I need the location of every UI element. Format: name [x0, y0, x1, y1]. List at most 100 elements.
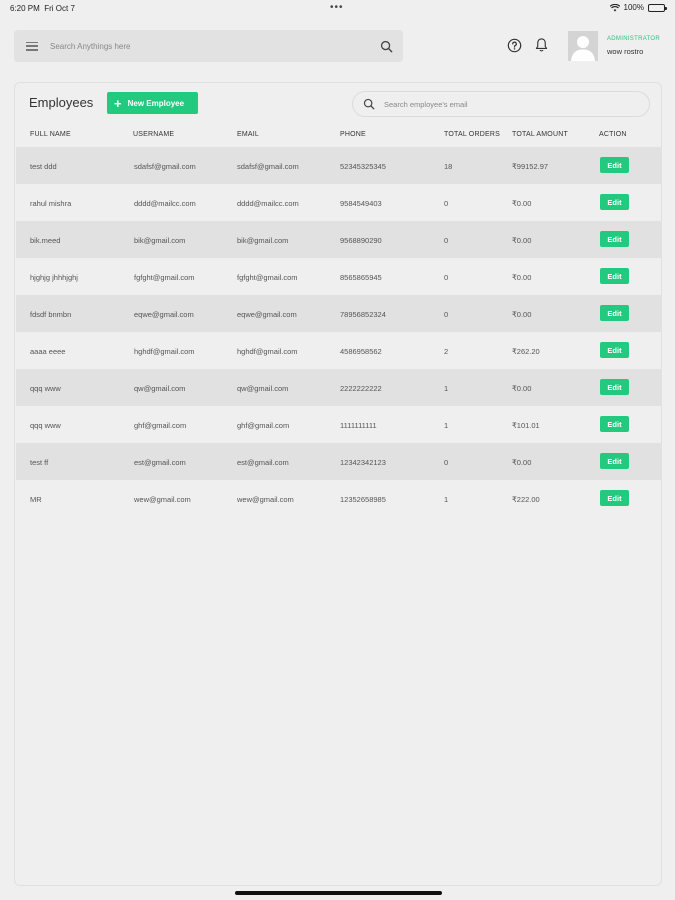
cell-total-amount: ₹0.00	[512, 273, 532, 282]
table-header: FULL NAME USERNAME EMAIL PHONE TOTAL ORD…	[15, 127, 661, 147]
edit-button[interactable]: Edit	[600, 453, 629, 469]
table-row: test ff est@gmail.com est@gmail.com 1234234…	[16, 443, 662, 480]
table-row: MR wew@gmail.com wew@gmail.com 12352658985 1…	[16, 480, 662, 517]
search-icon[interactable]	[380, 40, 393, 53]
cell-full-name: hjghjg jhhhjghj	[30, 273, 78, 282]
edit-button[interactable]: Edit	[600, 194, 629, 210]
cell-phone: 78956852324	[340, 310, 386, 319]
cell-total-amount: ₹0.00	[512, 310, 532, 319]
cell-username: eqwe@gmail.com	[134, 310, 194, 319]
cell-email: qw@gmail.com	[237, 384, 289, 393]
cell-email: bik@gmail.com	[237, 236, 289, 245]
cell-total-orders: 1	[444, 421, 449, 430]
cell-full-name: test ddd	[30, 162, 57, 171]
column-header-total-orders: TOTAL ORDERS	[444, 131, 500, 138]
cell-email: wew@gmail.com	[237, 495, 294, 504]
table-row: bik.meed bik@gmail.com bik@gmail.com 956889…	[16, 221, 662, 258]
cell-phone: 12352658985	[340, 495, 386, 504]
page-title: Employees	[29, 95, 94, 110]
cell-phone: 2222222222	[340, 384, 382, 393]
cell-username: fgfght@gmail.com	[134, 273, 195, 282]
table-row: aaaa eeee hghdf@gmail.com hghdf@gmail.com 4…	[16, 332, 662, 369]
edit-button[interactable]: Edit	[600, 305, 629, 321]
status-right: 100%	[609, 3, 667, 12]
search-icon	[363, 98, 375, 110]
cell-full-name: qqq www	[30, 421, 61, 430]
cell-email: dddd@mailcc.com	[237, 199, 299, 208]
cell-username: ghf@gmail.com	[134, 421, 187, 430]
column-header-total-amount: TOTAL AMOUNT	[512, 131, 568, 138]
table-row: qqq www qw@gmail.com qw@gmail.com 222222222…	[16, 369, 662, 406]
cell-email: est@gmail.com	[237, 458, 289, 467]
edit-button[interactable]: Edit	[600, 342, 629, 358]
cell-email: sdafsf@gmail.com	[237, 162, 299, 171]
cell-total-orders: 1	[444, 384, 449, 393]
cell-total-amount: ₹99152.97	[512, 162, 549, 171]
cell-total-amount: ₹0.00	[512, 384, 532, 393]
cell-full-name: aaaa eeee	[30, 347, 66, 356]
table-row: rahul mishra dddd@mailcc.com dddd@mailcc.c…	[16, 184, 662, 221]
avatar-silhouette	[571, 36, 595, 61]
cell-email: eqwe@gmail.com	[237, 310, 297, 319]
cell-phone: 8565865945	[340, 273, 382, 282]
cell-total-amount: ₹0.00	[512, 199, 532, 208]
battery-percent: 100%	[623, 3, 644, 12]
column-header-username: USERNAME	[133, 131, 175, 138]
battery-icon	[648, 3, 667, 12]
plus-icon: +	[114, 95, 122, 111]
cell-total-orders: 0	[444, 458, 449, 467]
cell-total-orders: 18	[444, 162, 453, 171]
home-indicator[interactable]	[235, 891, 442, 895]
cell-total-amount: ₹262.20	[512, 347, 540, 356]
cell-phone: 12342342123	[340, 458, 386, 467]
cell-total-orders: 1	[444, 495, 449, 504]
help-circle-icon[interactable]	[507, 38, 522, 53]
cell-full-name: qqq www	[30, 384, 61, 393]
cell-phone: 1111111111	[340, 421, 377, 430]
cell-total-amount: ₹222.00	[512, 495, 540, 504]
edit-button[interactable]: Edit	[600, 268, 629, 284]
user-name: wow rostro	[607, 47, 644, 56]
cell-email: ghf@gmail.com	[237, 421, 290, 430]
cell-full-name: bik.meed	[30, 236, 61, 245]
cell-total-orders: 0	[444, 273, 449, 282]
edit-button[interactable]: Edit	[600, 416, 629, 432]
user-avatar-icon[interactable]	[568, 31, 598, 61]
edit-button[interactable]: Edit	[600, 490, 629, 506]
table-row: hjghjg jhhhjghj fgfght@gmail.com fgfght@gm…	[16, 258, 662, 295]
cell-phone: 9584549403	[340, 199, 382, 208]
wifi-icon	[609, 3, 620, 11]
cell-phone: 9568890290	[340, 236, 382, 245]
cell-total-amount: ₹0.00	[512, 236, 532, 245]
cell-username: hghdf@gmail.com	[134, 347, 195, 356]
cell-username: est@gmail.com	[134, 458, 186, 467]
new-employee-button[interactable]: + New Employee	[107, 92, 198, 114]
multitask-dots[interactable]: •••	[330, 2, 344, 13]
cell-username: qw@gmail.com	[134, 384, 186, 393]
edit-button[interactable]: Edit	[600, 379, 629, 395]
status-bar: 6:20 PM Fri Oct 7 ••• 100%	[0, 0, 675, 16]
global-search-input[interactable]: Search Anythings here	[50, 42, 380, 51]
bell-icon[interactable]	[534, 37, 549, 53]
employee-table-body: test ddd sdafsf@gmail.com sdafsf@gmail.com…	[16, 147, 662, 517]
column-header-phone: PHONE	[340, 131, 366, 138]
hamburger-menu-icon[interactable]	[26, 41, 38, 51]
cell-full-name: fdsdf bnmbn	[30, 310, 72, 319]
edit-button[interactable]: Edit	[600, 231, 629, 247]
cell-total-orders: 0	[444, 236, 449, 245]
cell-username: bik@gmail.com	[134, 236, 186, 245]
cell-total-orders: 2	[444, 347, 449, 356]
employee-search-input[interactable]: Search employee's email	[384, 100, 468, 109]
table-row: test ddd sdafsf@gmail.com sdafsf@gmail.com…	[16, 147, 662, 184]
column-header-full-name: FULL NAME	[30, 131, 71, 138]
cell-total-amount: ₹0.00	[512, 458, 532, 467]
employee-search-field[interactable]: Search employee's email	[352, 91, 650, 117]
cell-phone: 4586958562	[340, 347, 382, 356]
edit-button[interactable]: Edit	[600, 157, 629, 173]
new-employee-label: New Employee	[127, 98, 185, 108]
cell-username: dddd@mailcc.com	[134, 199, 196, 208]
cell-total-orders: 0	[444, 199, 449, 208]
cell-full-name: test ff	[30, 458, 49, 467]
global-search-bar[interactable]: Search Anythings here	[14, 30, 403, 62]
column-header-action: ACTION	[599, 131, 627, 138]
